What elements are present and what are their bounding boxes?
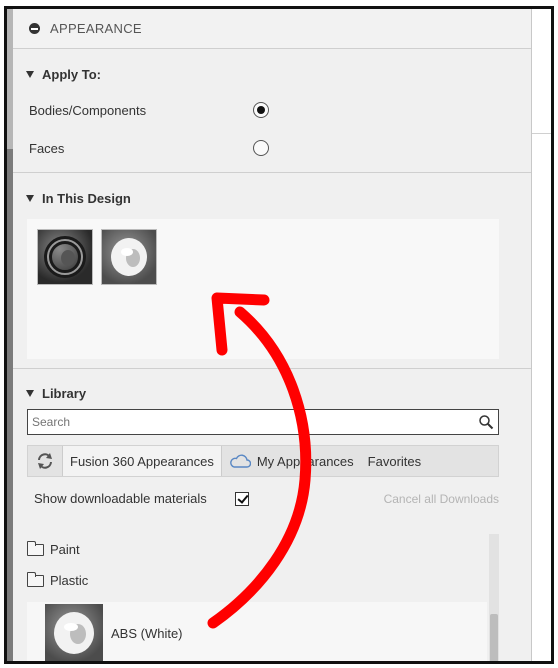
expand-triangle-icon — [26, 390, 34, 397]
search-icon[interactable] — [478, 414, 494, 430]
in-this-design-header[interactable]: In This Design — [26, 191, 131, 206]
radio-bodies-components[interactable] — [253, 102, 269, 118]
search-input[interactable] — [32, 415, 452, 429]
right-edge-divider — [530, 133, 551, 134]
show-downloadable-row: Show downloadable materials Cancel all D… — [27, 491, 499, 506]
panel-title: APPEARANCE — [50, 21, 142, 36]
tab-fusion-360-appearances[interactable]: Fusion 360 Appearances — [62, 446, 222, 476]
tab-label: My Appearances — [256, 453, 354, 469]
apply-to-heading: Apply To: — [42, 67, 101, 82]
expand-triangle-icon — [26, 71, 34, 78]
tree-item-label: Plastic — [50, 573, 89, 588]
tab-label: Fusion 360 Appearances — [70, 453, 214, 469]
tree-item-paint[interactable]: Paint — [27, 540, 80, 557]
library-header[interactable]: Library — [26, 386, 86, 401]
abs-white-thumbnail[interactable] — [45, 604, 103, 661]
white-ring-icon — [54, 612, 94, 654]
apply-to-header[interactable]: Apply To: — [26, 67, 101, 82]
tab-favorites[interactable]: Favorites — [361, 446, 428, 476]
scrollbar-thumb[interactable] — [490, 614, 498, 661]
dark-ring-icon — [44, 236, 86, 278]
collapse-panel-icon[interactable] — [29, 23, 40, 34]
tab-my-appearances[interactable]: My Appearances — [222, 446, 361, 476]
library-search — [27, 409, 499, 435]
appearance-panel: APPEARANCE Apply To: Bodies/Components F… — [13, 9, 532, 661]
option-label: Bodies/Components — [29, 102, 147, 118]
tab-label: Favorites — [367, 453, 422, 469]
panel-titlebar[interactable]: APPEARANCE — [13, 9, 531, 49]
apply-to-section: Apply To: Bodies/Components Faces — [13, 49, 531, 173]
screenshot-frame: APPEARANCE Apply To: Bodies/Components F… — [4, 6, 554, 664]
material-row-abs-white[interactable]: ABS (White) — [27, 602, 487, 661]
design-appearances-area — [27, 219, 499, 359]
white-ring-icon — [111, 238, 147, 276]
in-this-design-heading: In This Design — [42, 191, 131, 206]
tree-item-label: Paint — [50, 542, 80, 557]
library-scrollbar[interactable] — [489, 534, 499, 661]
radio-faces[interactable] — [253, 140, 269, 156]
cancel-all-downloads-link[interactable]: Cancel all Downloads — [384, 492, 499, 506]
library-tree: Paint Plastic ABS (White) — [27, 534, 499, 661]
folder-icon — [27, 540, 44, 556]
folder-icon — [27, 571, 44, 587]
tree-item-plastic[interactable]: Plastic — [27, 571, 89, 588]
show-downloadable-checkbox[interactable] — [234, 491, 249, 506]
material-label: ABS (White) — [111, 625, 183, 641]
refresh-icon — [38, 453, 52, 469]
cloud-icon — [229, 454, 251, 468]
option-bodies-components[interactable]: Bodies/Components — [29, 102, 269, 118]
library-tabs: Fusion 360 Appearances My Appearances Fa… — [27, 445, 499, 477]
library-section: Library Fu — [13, 369, 531, 661]
expand-triangle-icon — [26, 195, 34, 202]
white-plastic-appearance-swatch[interactable] — [101, 229, 157, 285]
in-this-design-section: In This Design — [13, 174, 531, 369]
show-downloadable-label: Show downloadable materials — [34, 491, 207, 506]
option-faces[interactable]: Faces — [29, 140, 269, 156]
dark-metal-appearance-swatch[interactable] — [37, 229, 93, 285]
right-edge-strip — [529, 9, 551, 661]
library-heading: Library — [42, 386, 87, 401]
option-label: Faces — [29, 140, 65, 156]
refresh-button[interactable] — [28, 446, 62, 476]
